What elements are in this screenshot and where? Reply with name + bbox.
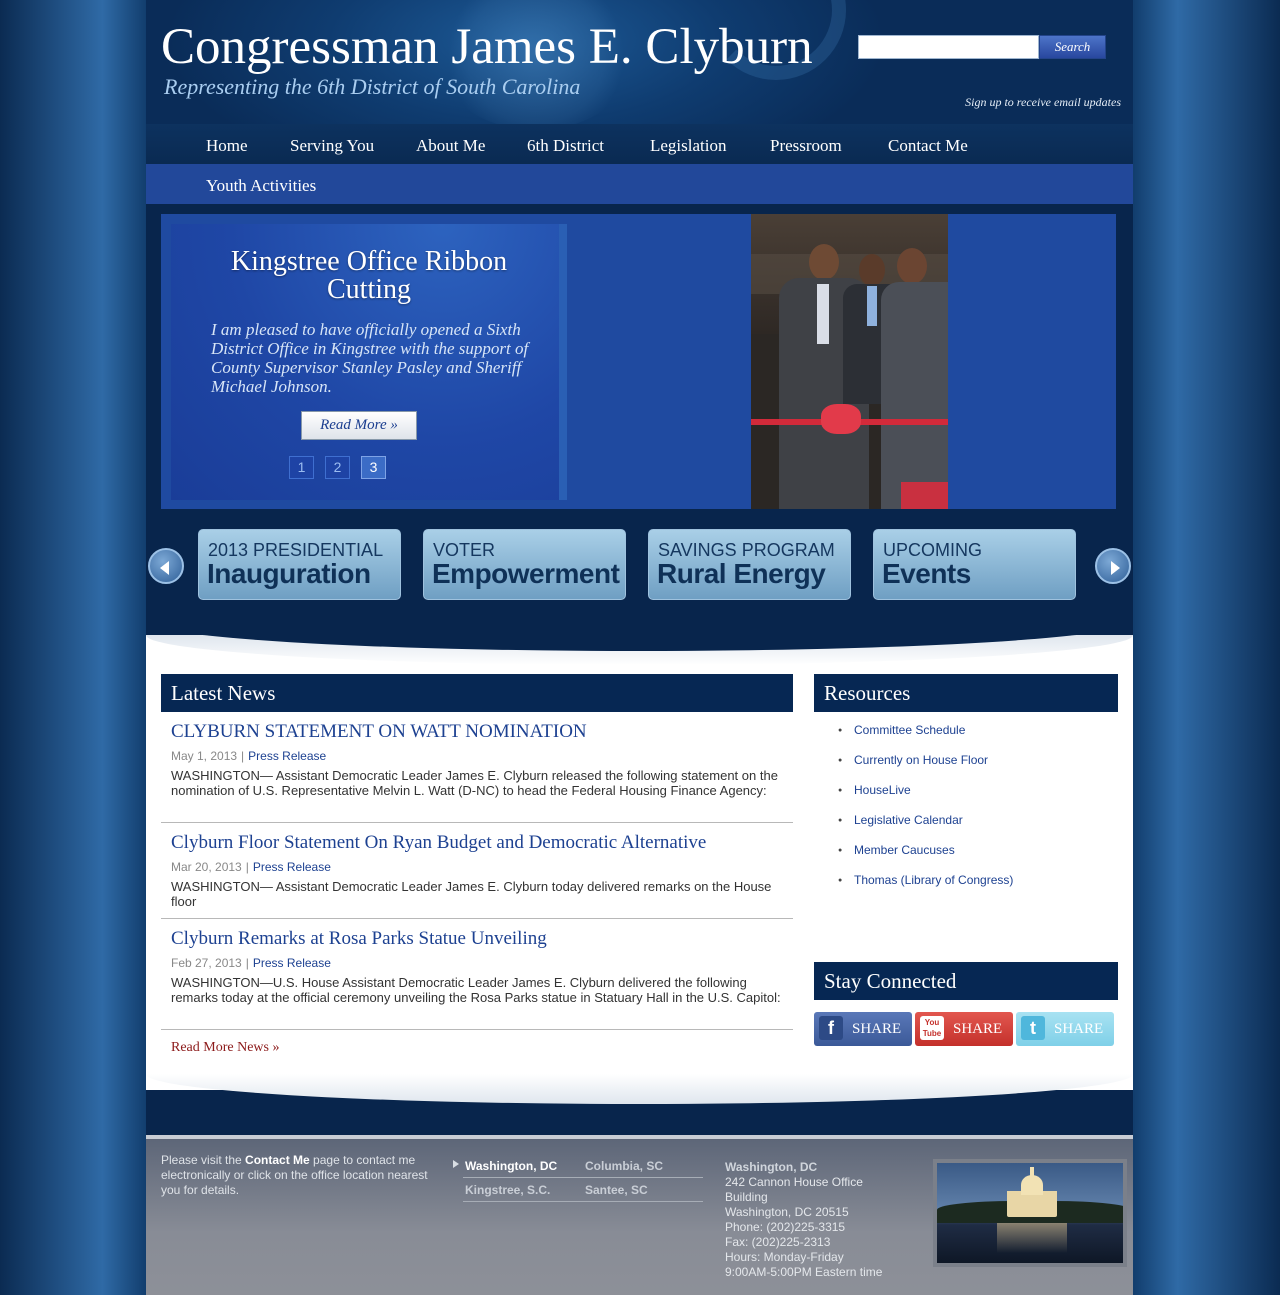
news-meta: Feb 27, 2013 | Press Release [171,956,331,970]
office-divider [463,1177,703,1178]
slide-page-3[interactable]: 3 [361,456,386,479]
news-date: May 1, 2013 [171,749,238,763]
news-item: CLYBURN STATEMENT ON WATT NOMINATION May… [161,721,793,823]
page: Congressman James E. Clyburn Representin… [146,0,1133,1295]
sub-nav: Youth Activities [146,164,1133,204]
feature-line2: Inauguration [207,558,371,589]
news-date: Feb 27, 2013 [171,956,242,970]
site-tagline: Representing the 6th District of South C… [164,74,581,99]
carousel-prev-arrow[interactable] [148,548,184,584]
feature-inauguration[interactable]: 2013 PRESIDENTIAL Inauguration [198,529,401,600]
content-top-swoosh [146,635,1133,665]
contact-me-link[interactable]: Contact Me [245,1153,310,1167]
main-content: Latest News CLYBURN STATEMENT ON WATT NO… [146,635,1133,1118]
header: Congressman James E. Clyburn Representin… [146,0,1133,124]
featured-slider: Kingstree Office Ribbon Cutting I am ple… [161,214,1116,509]
feature-line2: Events [882,558,971,589]
resource-house-floor[interactable]: Currently on House Floor [834,753,1013,768]
news-date: Mar 20, 2013 [171,860,242,874]
office-address-line: Building [725,1190,768,1204]
nav-serving-you[interactable]: Serving You [290,136,374,156]
capitol-photo [933,1159,1127,1267]
news-category-link[interactable]: Press Release [253,956,331,970]
slide-text: I am pleased to have officially opened a… [211,320,529,396]
footer-contact-note: Please visit the Contact Me page to cont… [161,1153,428,1197]
search-input[interactable] [858,35,1039,59]
twitter-icon: t [1021,1016,1045,1040]
content-bottom-swoosh [146,1074,1133,1118]
slide-read-more-button[interactable]: Read More » [301,411,417,440]
slide-page-2[interactable]: 2 [325,456,350,479]
news-meta: May 1, 2013 | Press Release [171,749,327,763]
news-body: WASHINGTON— Assistant Democratic Leader … [171,879,772,909]
slide-page-1[interactable]: 1 [289,456,314,479]
carousel-next-arrow[interactable] [1095,548,1131,584]
share-label: SHARE [953,1021,1003,1037]
office-phone: Phone: (202)225-3315 [725,1220,846,1234]
office-hours: Hours: Monday-Friday [725,1250,844,1264]
feature-voter-empowerment[interactable]: VOTER Empowerment Act [423,529,626,600]
latest-news-heading: Latest News [161,674,793,712]
nav-about-me[interactable]: About Me [416,136,485,156]
office-details: Washington, DC 242 Cannon House Office B… [725,1160,882,1280]
share-label: SHARE [852,1021,902,1037]
office-selector-arrow-icon [453,1160,459,1168]
resource-member-caucuses[interactable]: Member Caucuses [834,843,1013,858]
office-address-line: Washington, DC 20515 [725,1205,849,1219]
news-meta: Mar 20, 2013 | Press Release [171,860,331,874]
office-fax: Fax: (202)225-2313 [725,1235,831,1249]
read-more-news-link[interactable]: Read More News » [171,1040,279,1056]
feature-line2: Empowerment Act [432,558,625,589]
resource-legislative-calendar[interactable]: Legislative Calendar [834,813,1013,828]
share-label: SHARE [1054,1021,1104,1037]
facebook-icon: f [819,1016,843,1040]
office-washington[interactable]: Washington, DC [465,1159,557,1173]
ribbon-cutting-photo [751,214,948,509]
youtube-share-button[interactable]: You Tube SHARE [915,1012,1013,1046]
email-signup-link[interactable]: Sign up to receive email updates [926,95,1121,110]
office-hours-time: 9:00AM-5:00PM Eastern time [725,1265,883,1279]
office-kingstree[interactable]: Kingstree, S.C. [465,1183,550,1197]
resources-list: Committee Schedule Currently on House Fl… [834,723,1013,903]
news-category-link[interactable]: Press Release [253,860,331,874]
footer: Please visit the Contact Me page to cont… [146,1135,1133,1295]
office-columbia[interactable]: Columbia, SC [585,1159,663,1173]
news-item: Clyburn Floor Statement On Ryan Budget a… [161,832,793,919]
news-item: Clyburn Remarks at Rosa Parks Statue Unv… [161,928,793,1030]
twitter-share-button[interactable]: t SHARE [1016,1012,1114,1046]
office-address-line: 242 Cannon House Office [725,1175,863,1189]
site-title[interactable]: Congressman James E. Clyburn [161,18,813,76]
news-title[interactable]: Clyburn Floor Statement On Ryan Budget a… [171,832,793,854]
resource-thomas[interactable]: Thomas (Library of Congress) [834,873,1013,888]
news-body: WASHINGTON— Assistant Democratic Leader … [171,768,778,798]
news-category-link[interactable]: Press Release [248,749,326,763]
facebook-share-button[interactable]: f SHARE [814,1012,912,1046]
office-divider [463,1201,703,1202]
feature-rural-energy[interactable]: SAVINGS PROGRAM Rural Energy [648,529,851,600]
nav-youth-activities[interactable]: Youth Activities [206,176,316,196]
search-button[interactable]: Search [1039,35,1106,59]
feature-upcoming-events[interactable]: UPCOMING Events [873,529,1076,600]
nav-pressroom[interactable]: Pressroom [770,136,842,156]
resource-committee-schedule[interactable]: Committee Schedule [834,723,1013,738]
main-nav: Home Serving You About Me 6th District L… [146,124,1133,164]
resources-heading: Resources [814,674,1118,712]
youtube-icon: You Tube [920,1016,944,1040]
office-details-title: Washington, DC [725,1160,818,1174]
nav-6th-district[interactable]: 6th District [527,136,604,156]
feature-line2: Rural Energy [657,558,826,589]
slide-caption-panel: Kingstree Office Ribbon Cutting I am ple… [171,224,567,500]
stay-connected-heading: Stay Connected [814,962,1118,1000]
news-title[interactable]: CLYBURN STATEMENT ON WATT NOMINATION [171,721,793,743]
nav-contact-me[interactable]: Contact Me [888,136,968,156]
resource-houselive[interactable]: HouseLive [834,783,1013,798]
slide-title[interactable]: Kingstree Office Ribbon Cutting [191,248,547,304]
office-santee[interactable]: Santee, SC [585,1183,648,1197]
nav-legislation[interactable]: Legislation [650,136,726,156]
news-title[interactable]: Clyburn Remarks at Rosa Parks Statue Unv… [171,928,793,950]
news-body: WASHINGTON—U.S. House Assistant Democrat… [171,975,781,1005]
nav-home[interactable]: Home [206,136,248,156]
